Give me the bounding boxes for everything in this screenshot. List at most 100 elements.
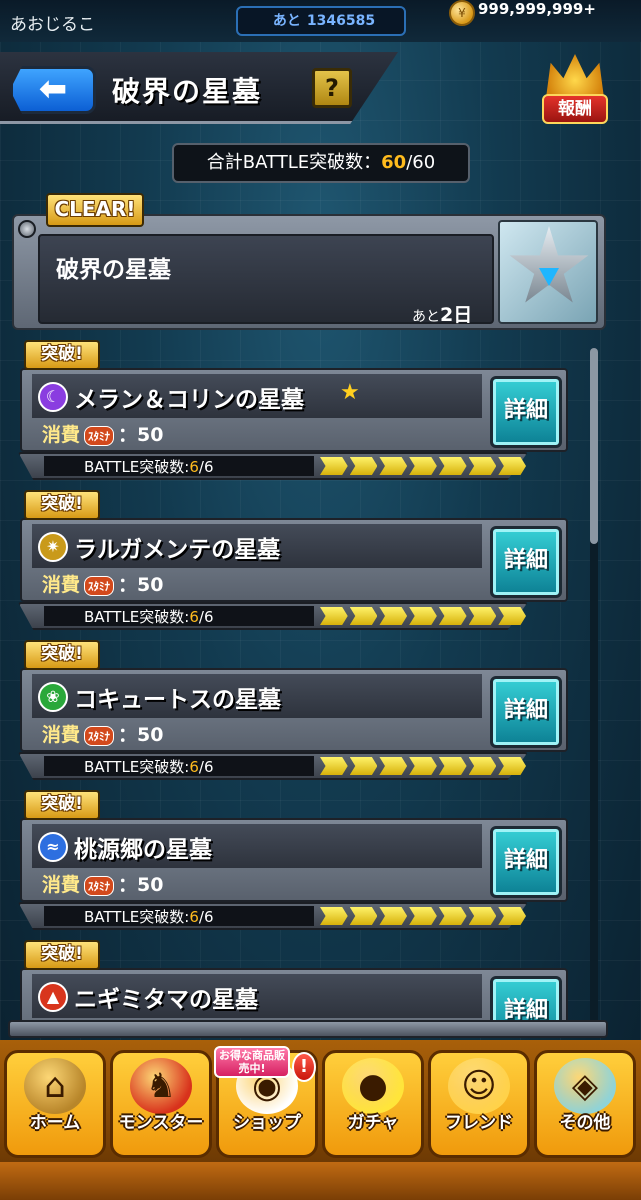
progress-chevron — [498, 757, 527, 775]
quest-cost: 消費ｽﾀﾐﾅ：50 — [42, 570, 163, 597]
progress-chevron — [379, 607, 408, 625]
rivet-icon — [18, 220, 36, 238]
cost-label: 消費 — [42, 574, 81, 596]
progress-chevron — [320, 757, 348, 775]
other-icon: ◈ — [554, 1058, 616, 1114]
progress-chevron — [349, 607, 378, 625]
breakthrough-tag: 突破! — [24, 640, 100, 670]
list-bottom-frame — [8, 1020, 608, 1038]
nav-label: ショップ — [233, 1113, 301, 1133]
crown-icon — [546, 54, 604, 98]
progress-chevron — [468, 757, 497, 775]
quest-cost: 消費ｽﾀﾐﾅ：50 — [42, 420, 163, 447]
water-element-icon: ≈ — [38, 832, 68, 862]
progress-chevron — [468, 457, 497, 475]
progress-chevrons — [320, 757, 527, 775]
progress-chevrons — [320, 607, 527, 625]
dark-element-icon: ☾ — [38, 382, 68, 412]
progress-chevron — [468, 907, 497, 925]
exp-remaining-value: 1346585 — [306, 13, 376, 29]
nav-label: フレンド — [445, 1113, 513, 1133]
detail-button[interactable]: 詳細 — [490, 826, 562, 898]
progress-chevron — [468, 607, 497, 625]
quest-list[interactable]: 突破! ☾ メラン＆コリンの星墓 ★ 消費 ｽﾀﾐﾅ ：50 詳細 BATTLE突破数:6/6 突… — [14, 340, 594, 1030]
detail-button[interactable]: 詳細 — [490, 376, 562, 448]
battle-count: BATTLE突破数:6/6 — [84, 606, 214, 627]
quest-name: ニギミタマの星墓 — [74, 987, 258, 1013]
cost-value: ：50 — [118, 874, 164, 896]
clear-tag: CLEAR! — [46, 193, 144, 227]
detail-button[interactable]: 詳細 — [490, 526, 562, 598]
progress-chevron — [438, 457, 467, 475]
progress-chevron — [438, 907, 467, 925]
total-battle-max: 60 — [412, 152, 436, 173]
progress-chevron — [349, 457, 378, 475]
cost-label: 消費 — [42, 724, 81, 746]
breakthrough-tag: 突破! — [24, 340, 100, 370]
quest-row[interactable]: 突破!▲ニギミタマの星墓消費ｽﾀﾐﾅ：50詳細BATTLE突破数:6/6 — [14, 940, 570, 1030]
battle-current: 6 — [189, 758, 199, 776]
progress-chevron — [409, 757, 437, 775]
quest-row[interactable]: 突破! ≈ 桃源郷の星墓 消費 ｽﾀﾐﾅ ：50 詳細 BATTLE突破数:6/6 — [14, 790, 570, 930]
coin-count[interactable]: 999,999,999+ — [478, 0, 596, 18]
scrollbar-thumb[interactable] — [590, 348, 598, 544]
friends-icon: ☺ — [448, 1058, 510, 1114]
progress-chevron — [409, 457, 437, 475]
stamina-icon: ｽﾀﾐﾅ — [84, 725, 115, 746]
shop-promo-badge: お得な商品販売中! — [214, 1046, 290, 1078]
stamina-icon: ｽﾀﾐﾅ — [84, 875, 115, 896]
progress-chevron — [379, 457, 408, 475]
progress-chevron — [498, 457, 527, 475]
total-battle-current: 60 — [381, 152, 407, 173]
progress-chevron — [498, 607, 527, 625]
monster-icon: ♞ — [130, 1058, 192, 1114]
breakthrough-tag: 突破! — [24, 940, 100, 970]
quest-row[interactable]: 突破! ✷ ラルガメンテの星墓 消費 ｽﾀﾐﾅ ：50 詳細 BATTLE突破数:6/6 — [14, 490, 570, 630]
battle-current: 6 — [189, 458, 199, 476]
breakthrough-tag: 突破! — [24, 790, 100, 820]
username: あおじるこ — [10, 15, 95, 35]
progress-chevron — [320, 457, 348, 475]
quest-name: メラン＆コリンの星墓 — [74, 387, 304, 413]
home-icon: ⌂ — [24, 1058, 86, 1114]
reward-label: 報酬 — [542, 94, 608, 124]
progress-chevron — [349, 907, 378, 925]
progress-chevron — [438, 757, 467, 775]
battle-max: /6 — [198, 608, 214, 626]
battle-current: 6 — [189, 608, 199, 626]
battle-label: BATTLE突破数: — [84, 458, 190, 476]
quest-row[interactable]: 突破! ☾ メラン＆コリンの星墓 ★ 消費 ｽﾀﾐﾅ ：50 詳細 BATTLE突破数:6/6 — [14, 340, 570, 480]
left-arrow-icon: ⬅ — [38, 69, 68, 109]
quest-name: ラルガメンテの星墓 — [74, 537, 281, 563]
help-button[interactable]: ? — [312, 68, 352, 108]
quest-row[interactable]: 突破! ❀ コキュートスの星墓 消費 ｽﾀﾐﾅ ：50 詳細 BATTLE突破数:6/6 — [14, 640, 570, 780]
back-button[interactable]: ⬅ — [10, 66, 96, 114]
detail-button[interactable]: 詳細 — [490, 676, 562, 748]
battle-count: BATTLE突破数:6/6 — [84, 906, 214, 927]
cost-label: 消費 — [42, 874, 81, 896]
exp-remaining-box: あと 1346585 — [236, 6, 406, 36]
battle-count: BATTLE突破数:6/6 — [84, 456, 214, 477]
reward-button[interactable]: 報酬 — [540, 54, 610, 130]
coin-icon: ¥ — [449, 0, 475, 26]
quest-cost: 消費ｽﾀﾐﾅ：50 — [42, 870, 163, 897]
battle-label: BATTLE突破数: — [84, 608, 190, 626]
progress-chevron — [379, 907, 408, 925]
gacha-egg-icon: ● — [342, 1058, 404, 1114]
bottom-nav-strip — [0, 1162, 641, 1200]
stamina-icon: ｽﾀﾐﾅ — [84, 575, 115, 596]
nav-label: ガチャ — [347, 1113, 399, 1133]
light-element-icon: ✷ — [38, 532, 68, 562]
event-title: 破界の星墓 — [56, 257, 171, 283]
battle-max: /6 — [198, 758, 214, 776]
progress-chevron — [320, 907, 348, 925]
nav-label: ホーム — [29, 1113, 81, 1133]
progress-chevron — [498, 907, 527, 925]
progress-chevrons — [320, 907, 527, 925]
battle-label: BATTLE突破数: — [84, 908, 190, 926]
stamina-icon: ｽﾀﾐﾅ — [84, 425, 115, 446]
battle-max: /6 — [198, 458, 214, 476]
progress-chevron — [320, 607, 348, 625]
progress-chevron — [409, 907, 437, 925]
total-battle-counter: 合計BATTLE突破数：60/60 — [172, 143, 470, 183]
